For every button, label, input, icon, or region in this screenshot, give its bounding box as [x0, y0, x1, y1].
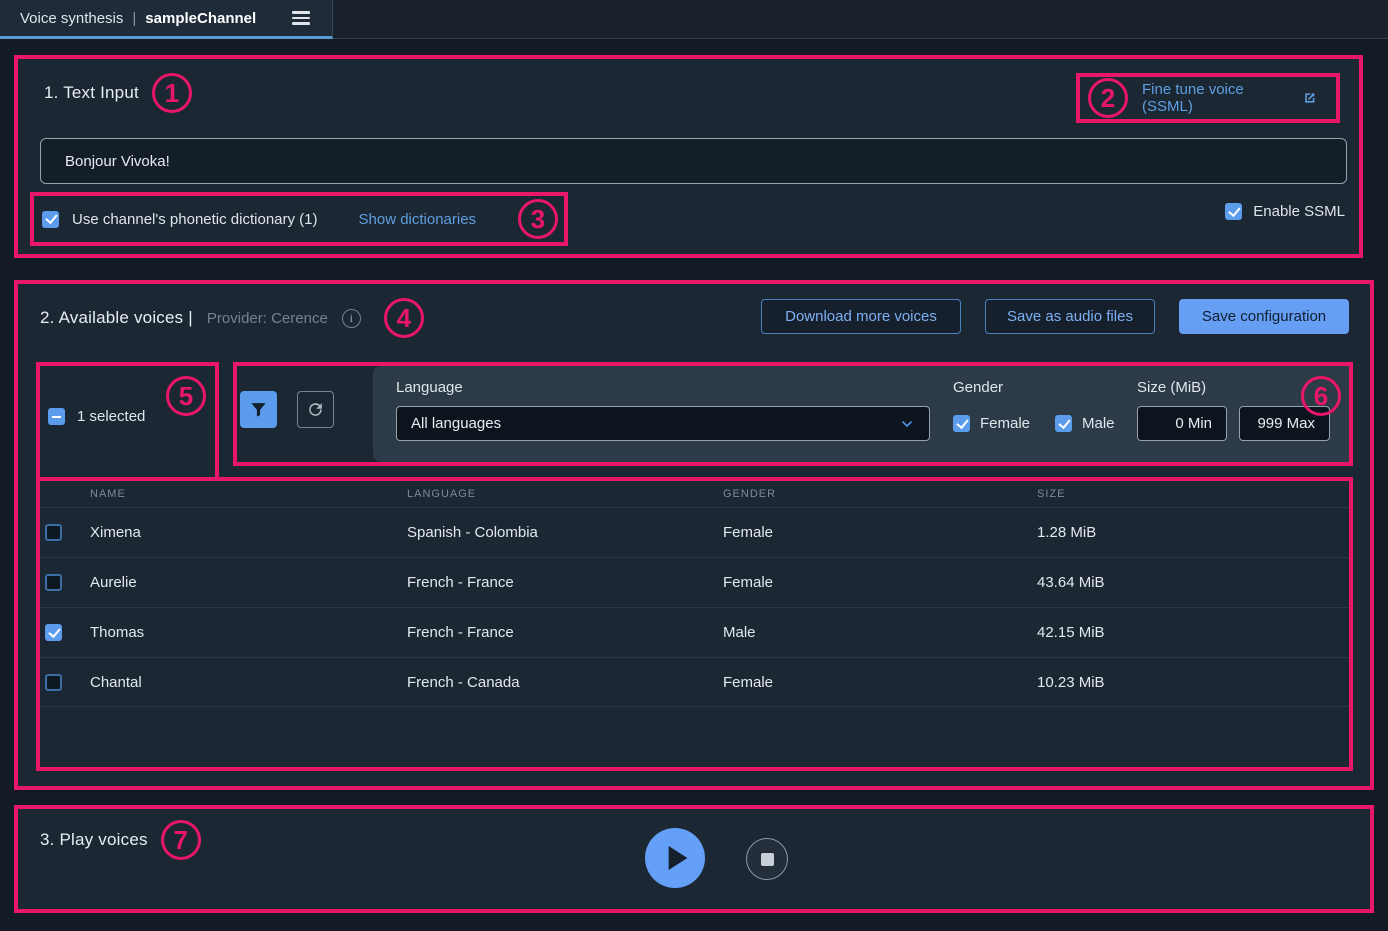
provider-label: Provider: Cerence [207, 310, 328, 327]
play-button[interactable] [645, 828, 705, 888]
header-size[interactable]: SIZE [1037, 488, 1349, 500]
channel-tab[interactable]: Voice synthesis | sampleChannel [0, 0, 333, 39]
play-icon [667, 846, 689, 870]
header-gender[interactable]: GENDER [723, 488, 1037, 500]
annotation-callout-6: 6 [1301, 376, 1341, 416]
language-label: Language [396, 379, 463, 396]
download-more-voices-button[interactable]: Download more voices [761, 299, 961, 334]
voice-size: 43.64 MiB [1037, 574, 1349, 591]
phonetic-dictionary-checkbox[interactable] [42, 211, 59, 228]
voice-name: Ximena [90, 524, 407, 541]
table-header-row: NAME LANGUAGE GENDER SIZE [40, 481, 1349, 507]
voice-gender: Male [723, 624, 1037, 641]
annotation-callout-3: 3 [518, 199, 558, 239]
refresh-icon [306, 400, 325, 419]
voice-gender: Female [723, 524, 1037, 541]
voice-size: 42.15 MiB [1037, 624, 1349, 641]
female-filter-checkbox[interactable]: Female [953, 415, 1030, 432]
voice-table-body: XimenaSpanish - ColombiaFemale1.28 MiBAu… [40, 507, 1349, 707]
row-checkbox[interactable] [45, 574, 62, 591]
section1-title: 1. Text Input [44, 83, 139, 103]
table-row[interactable]: AurelieFrench - FranceFemale43.64 MiB [40, 557, 1349, 607]
gender-label: Gender [953, 379, 1003, 396]
size-min-input[interactable] [1137, 406, 1227, 441]
annotation-box-phonetic: Use channel's phonetic dictionary (1) Sh… [30, 192, 568, 246]
row-checkbox[interactable] [45, 624, 62, 641]
selected-count-label: 1 selected [77, 408, 145, 425]
annotation-box-selection: 1 selected 5 [36, 362, 219, 481]
enable-ssml-checkbox[interactable] [1225, 203, 1242, 220]
filter-funnel-icon [249, 400, 268, 419]
app-title: Voice synthesis [20, 10, 123, 27]
top-bar-spacer [333, 0, 1388, 39]
phonetic-dictionary-label: Use channel's phonetic dictionary (1) [72, 211, 318, 228]
select-all-checkbox[interactable] [48, 408, 65, 425]
section-text-input: 1. Text Input 1 2 Fine tune voice (SSML)… [14, 55, 1363, 258]
header-name[interactable]: NAME [90, 488, 407, 500]
language-select[interactable]: All languages [396, 406, 930, 441]
male-label: Male [1082, 415, 1115, 432]
external-link-icon [1302, 90, 1318, 106]
section2-title: 2. Available voices | [40, 308, 193, 328]
voice-size: 10.23 MiB [1037, 674, 1349, 691]
annotation-callout-5: 5 [166, 376, 206, 416]
annotation-callout-7: 7 [161, 820, 201, 860]
voice-name: Thomas [90, 624, 407, 641]
fine-tune-ssml-link[interactable]: Fine tune voice (SSML) [1142, 81, 1318, 115]
voice-language: French - Canada [407, 674, 723, 691]
section-play-voices: 3. Play voices 7 [14, 805, 1374, 913]
annotation-box-voice-table: NAME LANGUAGE GENDER SIZE XimenaSpanish … [36, 477, 1353, 771]
voice-gender: Female [723, 574, 1037, 591]
female-checkbox[interactable] [953, 415, 970, 432]
table-row[interactable]: XimenaSpanish - ColombiaFemale1.28 MiB [40, 507, 1349, 557]
female-label: Female [980, 415, 1030, 432]
enable-ssml-label: Enable SSML [1253, 203, 1345, 220]
voice-language: French - France [407, 574, 723, 591]
refresh-button[interactable] [297, 391, 334, 428]
stop-icon [761, 853, 774, 866]
male-filter-checkbox[interactable]: Male [1055, 415, 1115, 432]
title-divider: | [132, 10, 136, 27]
filter-button[interactable] [240, 391, 277, 428]
voice-language: French - France [407, 624, 723, 641]
table-row[interactable]: ChantalFrench - CanadaFemale10.23 MiB [40, 657, 1349, 707]
section3-title: 3. Play voices [40, 830, 148, 850]
annotation-callout-2: 2 [1088, 78, 1128, 118]
row-checkbox[interactable] [45, 524, 62, 541]
channel-name: sampleChannel [145, 10, 256, 27]
male-checkbox[interactable] [1055, 415, 1072, 432]
annotation-box-filters: Language All languages Gender Female Mal… [233, 362, 1353, 466]
filter-panel: Language All languages Gender Female Mal… [373, 366, 1349, 462]
voice-language: Spanish - Colombia [407, 524, 723, 541]
info-icon[interactable]: i [342, 309, 361, 328]
voice-synthesis-app: Voice synthesis | sampleChannel 1. Text … [0, 0, 1388, 931]
synthesis-text-input[interactable] [40, 138, 1347, 184]
voice-name: Aurelie [90, 574, 407, 591]
voice-size: 1.28 MiB [1037, 524, 1349, 541]
row-checkbox[interactable] [45, 674, 62, 691]
annotation-callout-1: 1 [152, 73, 192, 113]
size-label: Size (MiB) [1137, 379, 1206, 396]
voice-name: Chantal [90, 674, 407, 691]
voice-gender: Female [723, 674, 1037, 691]
annotation-box-fine-tune: 2 Fine tune voice (SSML) [1076, 73, 1340, 123]
annotation-callout-4: 4 [384, 298, 424, 338]
stop-button[interactable] [746, 838, 788, 880]
header-language[interactable]: LANGUAGE [407, 488, 723, 500]
section-available-voices: 2. Available voices | Provider: Cerence … [14, 280, 1374, 790]
save-configuration-button[interactable]: Save configuration [1179, 299, 1349, 334]
hamburger-menu-icon[interactable] [292, 11, 310, 24]
save-as-audio-files-button[interactable]: Save as audio files [985, 299, 1155, 334]
table-row[interactable]: ThomasFrench - FranceMale42.15 MiB [40, 607, 1349, 657]
top-bar: Voice synthesis | sampleChannel [0, 0, 1388, 39]
show-dictionaries-link[interactable]: Show dictionaries [359, 211, 477, 228]
chevron-down-icon [899, 416, 915, 432]
